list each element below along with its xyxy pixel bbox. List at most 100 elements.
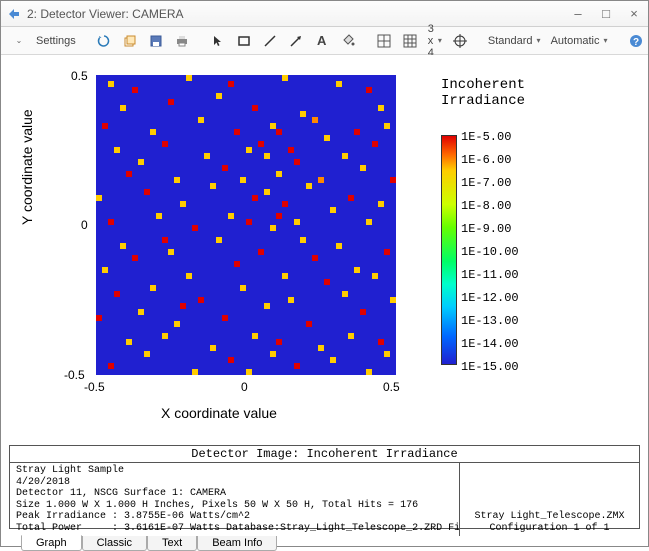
heatmap-pixel	[144, 189, 150, 195]
heatmap-pixel	[120, 105, 126, 111]
copy-icon[interactable]	[119, 30, 141, 52]
target-icon[interactable]	[449, 30, 471, 52]
heatmap-pixel	[114, 291, 120, 297]
heatmap-pixel	[306, 321, 312, 327]
x-tick: 0	[241, 380, 248, 394]
info-right: Stray Light_Telescope.ZMX Configuration …	[459, 463, 639, 536]
tab-classic[interactable]: Classic	[82, 536, 147, 551]
heatmap-pixel	[264, 153, 270, 159]
heatmap-pixel	[372, 273, 378, 279]
colorbar-title: Incoherent Irradiance	[441, 77, 525, 109]
mode-automatic-dropdown[interactable]: Automatic▾	[548, 35, 611, 47]
heatmap-pixel	[348, 195, 354, 201]
line-icon[interactable]	[259, 30, 281, 52]
heatmap-pixel	[276, 171, 282, 177]
colorbar-tick: 1E-14.00	[461, 337, 519, 351]
heatmap-pixel	[180, 303, 186, 309]
heatmap-pixel	[228, 213, 234, 219]
print-icon[interactable]	[171, 30, 193, 52]
heatmap-pixel	[264, 303, 270, 309]
grid-small-icon[interactable]	[373, 30, 395, 52]
heatmap-pixel	[300, 111, 306, 117]
heatmap-pixel	[150, 285, 156, 291]
y-tick: 0	[81, 218, 88, 232]
colorbar	[441, 135, 457, 365]
heatmap-pixel	[96, 315, 102, 321]
close-button[interactable]: ×	[626, 6, 642, 21]
heatmap-pixel	[330, 357, 336, 363]
save-icon[interactable]	[145, 30, 167, 52]
maximize-button[interactable]: □	[598, 6, 614, 21]
rect-icon[interactable]	[233, 30, 255, 52]
heatmap-pixel	[228, 357, 234, 363]
toolbar: ⌄ Settings A 3 x 4▾ Standard▾ Automatic▾…	[1, 27, 648, 55]
heatmap-pixel	[252, 333, 258, 339]
heatmap-pixel	[234, 129, 240, 135]
heatmap-pixel	[198, 297, 204, 303]
heatmap-pixel	[384, 351, 390, 357]
y-axis-label: Y coordinate value	[19, 109, 35, 225]
heatmap-pixel	[312, 117, 318, 123]
x-tick: -0.5	[84, 380, 105, 394]
colorbar-tick: 1E-9.00	[461, 222, 511, 236]
heatmap-pixel	[384, 123, 390, 129]
tab-graph[interactable]: Graph	[21, 535, 82, 551]
heatmap-pixel	[276, 339, 282, 345]
heatmap-pixel	[324, 135, 330, 141]
help-icon[interactable]: ?	[625, 30, 647, 52]
heatmap-pixel	[306, 183, 312, 189]
text-icon[interactable]: A	[311, 30, 333, 52]
heatmap-pixel	[378, 105, 384, 111]
svg-text:?: ?	[632, 37, 638, 48]
heatmap-pixel	[222, 315, 228, 321]
heatmap-pixel	[252, 105, 258, 111]
heatmap-pixel	[210, 183, 216, 189]
info-title: Detector Image: Incoherent Irradiance	[10, 446, 639, 463]
heatmap-pixel	[162, 237, 168, 243]
window-title: 2: Detector Viewer: CAMERA	[27, 7, 184, 21]
tab-beam-info[interactable]: Beam Info	[197, 536, 277, 551]
info-panel: Detector Image: Incoherent Irradiance St…	[9, 445, 640, 529]
heatmap-pixel	[216, 93, 222, 99]
heatmap-pixel	[336, 243, 342, 249]
heatmap-pixel	[150, 129, 156, 135]
heatmap-pixel	[108, 81, 114, 87]
heatmap-pixel	[270, 225, 276, 231]
heatmap-pixel	[366, 87, 372, 93]
heatmap-pixel	[240, 177, 246, 183]
arrow-icon[interactable]	[285, 30, 307, 52]
heatmap-pixel	[282, 273, 288, 279]
expand-button[interactable]: ⌄	[7, 30, 29, 52]
heatmap-pixel	[300, 237, 306, 243]
grid-size-dropdown[interactable]: 3 x 4▾	[425, 23, 445, 59]
grid-large-icon[interactable]	[399, 30, 421, 52]
heatmap-pixel	[162, 333, 168, 339]
refresh-icon[interactable]	[93, 30, 115, 52]
heatmap-pixel	[192, 369, 198, 375]
colorbar-tick: 1E-8.00	[461, 199, 511, 213]
heatmap-pixel	[318, 345, 324, 351]
heatmap-pixel	[246, 219, 252, 225]
heatmap-pixel	[114, 147, 120, 153]
minimize-button[interactable]: –	[570, 6, 586, 21]
heatmap-pixel	[186, 273, 192, 279]
pointer-icon[interactable]	[207, 30, 229, 52]
heatmap-pixel	[108, 219, 114, 225]
heatmap-pixel	[96, 195, 102, 201]
mode-standard-dropdown[interactable]: Standard▾	[485, 35, 544, 47]
heatmap-pixel	[252, 195, 258, 201]
heatmap-plot[interactable]	[96, 75, 396, 375]
heatmap-pixel	[360, 309, 366, 315]
colorbar-tick: 1E-10.00	[461, 245, 519, 259]
heatmap-pixel	[222, 165, 228, 171]
y-tick: 0.5	[71, 69, 88, 83]
heatmap-pixel	[324, 279, 330, 285]
bucket-icon[interactable]	[337, 30, 359, 52]
heatmap-pixel	[204, 153, 210, 159]
tab-text[interactable]: Text	[147, 536, 197, 551]
settings-button[interactable]: Settings	[33, 35, 79, 47]
heatmap-pixel	[366, 219, 372, 225]
heatmap-pixel	[384, 249, 390, 255]
info-text: Stray Light Sample 4/20/2018 Detector 11…	[10, 463, 459, 536]
heatmap-pixel	[216, 237, 222, 243]
